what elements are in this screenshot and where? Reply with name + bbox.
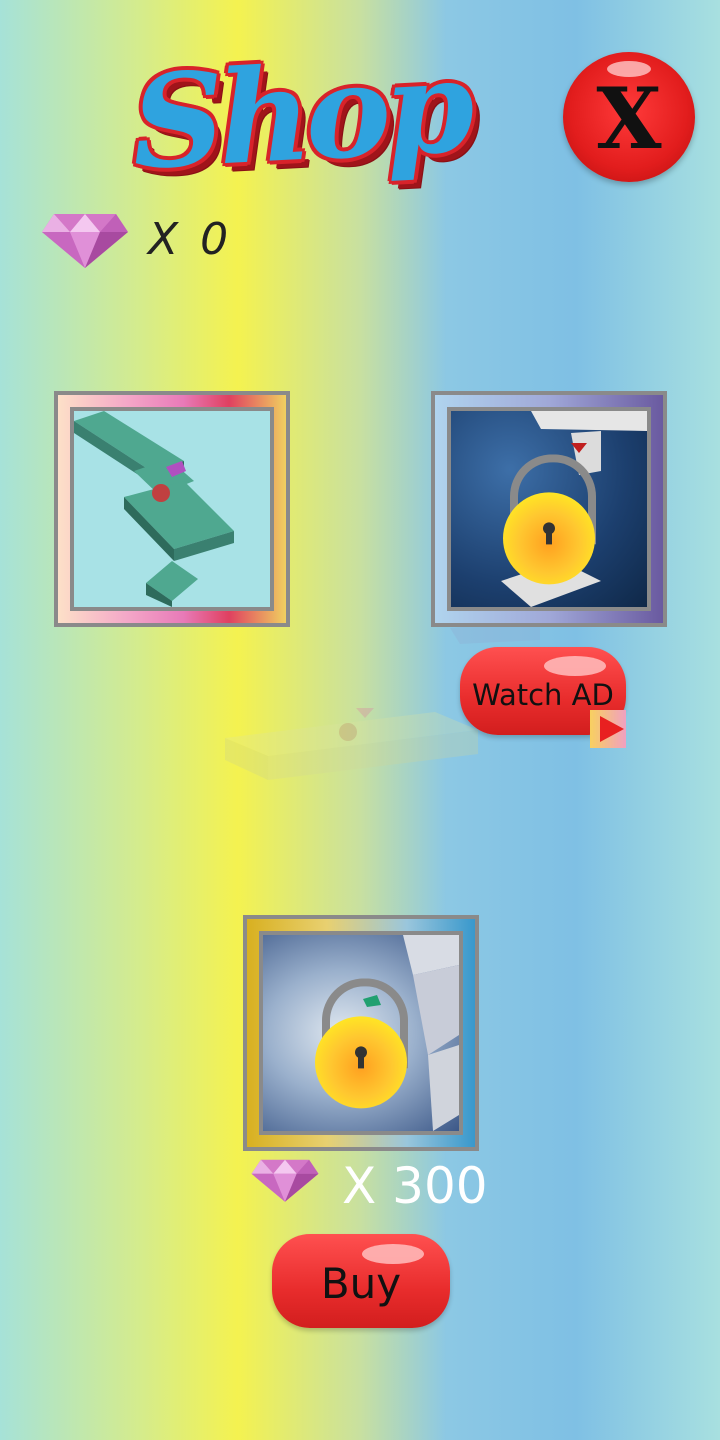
- buy-label: Buy: [320, 1258, 402, 1308]
- gem-count-label: X 0: [148, 214, 233, 265]
- lock-icon: [315, 978, 408, 1109]
- shop-item-green-path[interactable]: [54, 391, 290, 627]
- shop-title: Shop: [128, 31, 472, 199]
- watch-ad-label: Watch AD: [472, 678, 614, 712]
- green-path-preview: [74, 411, 234, 607]
- close-button[interactable]: X: [563, 52, 695, 182]
- buy-button-shine: [362, 1244, 424, 1264]
- close-icon: X: [596, 69, 662, 168]
- lock-icon: [503, 454, 596, 585]
- video-play-icon: [590, 710, 626, 748]
- buy-button[interactable]: Buy: [272, 1234, 450, 1328]
- watch-ad-button-shine: [544, 656, 606, 676]
- gem-counter: X 0: [40, 210, 300, 274]
- diamond-icon: [42, 214, 128, 268]
- shop-item-ocean[interactable]: [431, 391, 667, 627]
- price-label: X 300: [342, 1157, 488, 1215]
- shop-item-ice[interactable]: [243, 915, 479, 1151]
- item-preview: [259, 931, 463, 1135]
- item-preview: [447, 407, 651, 611]
- diamond-icon: [251, 1159, 319, 1202]
- price-row: X 300: [250, 1155, 510, 1219]
- item-preview: [70, 407, 274, 611]
- close-button-shine: [607, 61, 651, 77]
